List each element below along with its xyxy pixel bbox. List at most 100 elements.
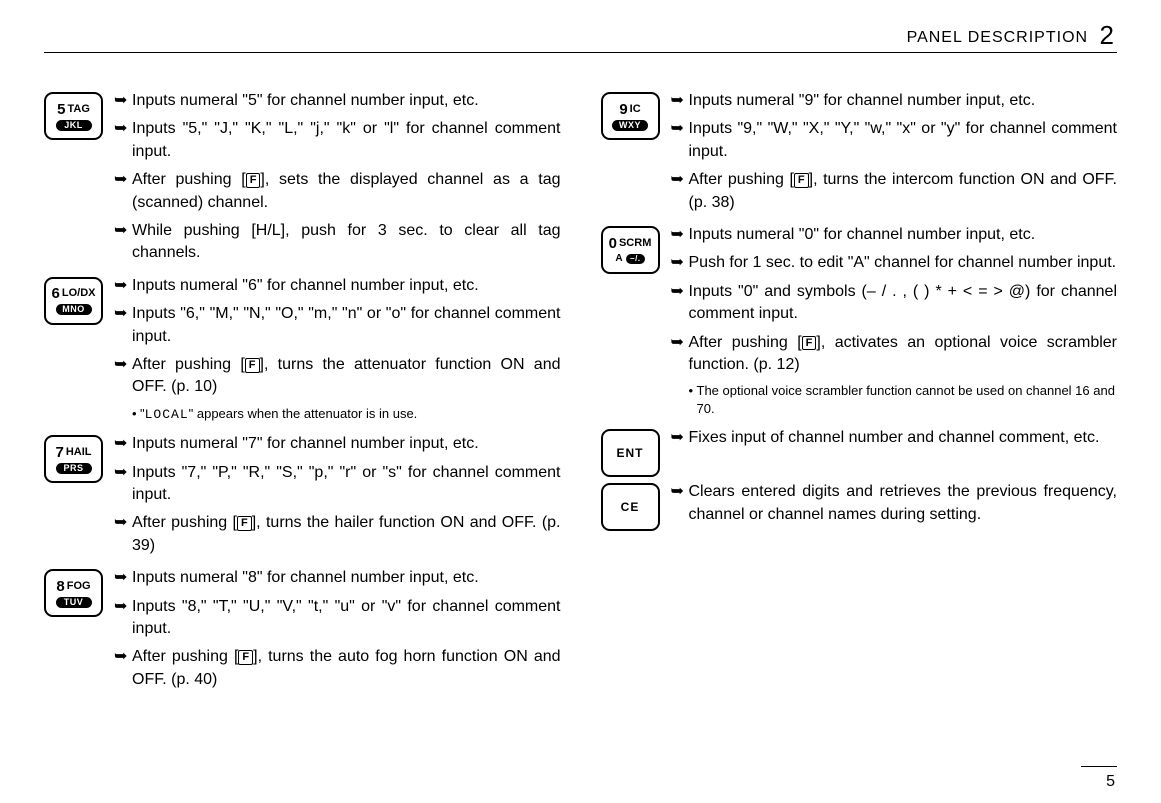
description-list: ➥ Inputs numeral "8" for channel number …: [114, 567, 561, 697]
item-text: Inputs numeral "0" for channel number in…: [689, 224, 1118, 246]
list-item: ➥ Inputs numeral "9" for channel number …: [671, 90, 1118, 112]
key-description-entry: 5TAG JKL ➥ Inputs numeral "5" for channe…: [44, 90, 561, 271]
bullet-icon: •: [132, 405, 140, 424]
item-text: After pushing [F], turns the intercom fu…: [689, 169, 1118, 214]
item-text: After pushing [F], activates an optional…: [689, 332, 1118, 377]
list-item: ➥ After pushing [F], turns the intercom …: [671, 169, 1118, 214]
list-item: ➥ After pushing [F], turns the auto fog …: [114, 646, 561, 691]
list-item: ➥ Inputs numeral "0" for channel number …: [671, 224, 1118, 246]
key-icon-cell: 0SCRM A –/.: [601, 226, 661, 423]
key-6: 6LO/DX MNO: [44, 277, 103, 325]
description-list: ➥ Inputs numeral "7" for channel number …: [114, 433, 561, 563]
arrow-icon: ➥: [114, 275, 132, 297]
sub-item: • "LOCAL" appears when the attenuator is…: [132, 405, 561, 424]
arrow-icon: ➥: [114, 90, 132, 112]
header-title: PANEL DESCRIPTION: [907, 29, 1088, 46]
list-item: ➥ Inputs "5," "J," "K," "L," "j," "k" or…: [114, 118, 561, 163]
arrow-icon: ➥: [671, 481, 689, 526]
f-key-inline: F: [237, 516, 252, 531]
list-item: ➥ Inputs numeral "5" for channel number …: [114, 90, 561, 112]
arrow-icon: ➥: [114, 169, 132, 214]
list-item: ➥ Fixes input of channel number and chan…: [671, 427, 1118, 449]
item-text: Inputs "0" and symbols (– / . , ( ) * + …: [689, 281, 1118, 326]
arrow-icon: ➥: [671, 90, 689, 112]
arrow-icon: ➥: [671, 169, 689, 214]
key-9: 9IC WXY: [601, 92, 660, 140]
description-list: ➥ Clears entered digits and retrieves th…: [671, 481, 1118, 532]
list-item: ➥ After pushing [F], sets the displayed …: [114, 169, 561, 214]
sub-text: "LOCAL" appears when the attenuator is i…: [140, 405, 417, 424]
content-columns: 5TAG JKL ➥ Inputs numeral "5" for channe…: [44, 90, 1117, 701]
key-icon-cell: 8FOG TUV: [44, 569, 104, 697]
key-ce: CE: [601, 483, 660, 531]
sub-item: • The optional voice scrambler function …: [689, 382, 1118, 417]
list-item: ➥ Inputs "8," "T," "U," "V," "t," "u" or…: [114, 596, 561, 641]
section-number: 2: [1100, 20, 1115, 50]
arrow-icon: ➥: [114, 646, 132, 691]
page-number: 5: [1106, 773, 1115, 791]
description-list: ➥ Inputs numeral "5" for channel number …: [114, 90, 561, 271]
description-list: ➥ Fixes input of channel number and chan…: [671, 427, 1118, 477]
key-description-entry: 0SCRM A –/. ➥ Inputs numeral "0" for cha…: [601, 224, 1118, 423]
key-0: 0SCRM A –/.: [601, 226, 660, 274]
f-key-inline: F: [245, 358, 260, 373]
item-text: After pushing [F], turns the attenuator …: [132, 354, 561, 399]
item-text: Inputs "5," "J," "K," "L," "j," "k" or "…: [132, 118, 561, 163]
item-text: After pushing [F], sets the displayed ch…: [132, 169, 561, 214]
list-item: ➥ After pushing [F], turns the hailer fu…: [114, 512, 561, 557]
arrow-icon: ➥: [114, 303, 132, 348]
item-text: Inputs numeral "8" for channel number in…: [132, 567, 561, 589]
arrow-icon: ➥: [114, 567, 132, 589]
arrow-icon: ➥: [114, 462, 132, 507]
list-item: ➥ Inputs numeral "8" for channel number …: [114, 567, 561, 589]
item-text: Inputs "8," "T," "U," "V," "t," "u" or "…: [132, 596, 561, 641]
item-text: While pushing [H/L], push for 3 sec. to …: [132, 220, 561, 265]
left-column: 5TAG JKL ➥ Inputs numeral "5" for channe…: [44, 90, 561, 701]
f-key-inline: F: [238, 650, 253, 665]
arrow-icon: ➥: [114, 433, 132, 455]
f-key-inline: F: [794, 173, 809, 188]
f-key-inline: F: [802, 336, 817, 351]
key-description-entry: 9IC WXY ➥ Inputs numeral "9" for channel…: [601, 90, 1118, 220]
key-description-entry: CE ➥ Clears entered digits and retrieves…: [601, 481, 1118, 532]
item-text: After pushing [F], turns the hailer func…: [132, 512, 561, 557]
key-description-entry: 8FOG TUV ➥ Inputs numeral "8" for channe…: [44, 567, 561, 697]
item-text: Inputs numeral "7" for channel number in…: [132, 433, 561, 455]
arrow-icon: ➥: [671, 332, 689, 377]
arrow-icon: ➥: [671, 224, 689, 246]
key-description-entry: 6LO/DX MNO ➥ Inputs numeral "6" for chan…: [44, 275, 561, 430]
arrow-icon: ➥: [671, 427, 689, 449]
key-7: 7HAIL PRS: [44, 435, 103, 483]
description-list: ➥ Inputs numeral "9" for channel number …: [671, 90, 1118, 220]
item-text: Inputs "9," "W," "X," "Y," "w," "x" or "…: [689, 118, 1118, 163]
arrow-icon: ➥: [671, 281, 689, 326]
item-text: Inputs "7," "P," "R," "S," "p," "r" or "…: [132, 462, 561, 507]
list-item: ➥ Inputs numeral "7" for channel number …: [114, 433, 561, 455]
item-text: Clears entered digits and retrieves the …: [689, 481, 1118, 526]
bullet-icon: •: [689, 382, 697, 417]
key-5: 5TAG JKL: [44, 92, 103, 140]
key-ent: ENT: [601, 429, 660, 477]
key-description-entry: ENT ➥ Fixes input of channel number and …: [601, 427, 1118, 477]
f-key-inline: F: [246, 173, 261, 188]
key-description-entry: 7HAIL PRS ➥ Inputs numeral "7" for chann…: [44, 433, 561, 563]
arrow-icon: ➥: [671, 252, 689, 274]
item-text: After pushing [F], turns the auto fog ho…: [132, 646, 561, 691]
arrow-icon: ➥: [671, 118, 689, 163]
item-text: Inputs numeral "9" for channel number in…: [689, 90, 1118, 112]
arrow-icon: ➥: [114, 596, 132, 641]
page-rule: [1081, 766, 1117, 767]
arrow-icon: ➥: [114, 220, 132, 265]
list-item: ➥ Push for 1 sec. to edit "A" channel fo…: [671, 252, 1118, 274]
right-column: 9IC WXY ➥ Inputs numeral "9" for channel…: [601, 90, 1118, 701]
header-rule: [44, 52, 1117, 53]
item-text: Inputs numeral "5" for channel number in…: [132, 90, 561, 112]
list-item: ➥ Inputs numeral "6" for channel number …: [114, 275, 561, 297]
key-icon-cell: 7HAIL PRS: [44, 435, 104, 563]
key-icon-cell: CE: [601, 483, 661, 532]
key-8: 8FOG TUV: [44, 569, 103, 617]
item-text: Inputs numeral "6" for channel number in…: [132, 275, 561, 297]
page-header: PANEL DESCRIPTION 2: [907, 20, 1115, 51]
list-item: ➥ Inputs "6," "M," "N," "O," "m," "n" or…: [114, 303, 561, 348]
key-icon-cell: 5TAG JKL: [44, 92, 104, 271]
